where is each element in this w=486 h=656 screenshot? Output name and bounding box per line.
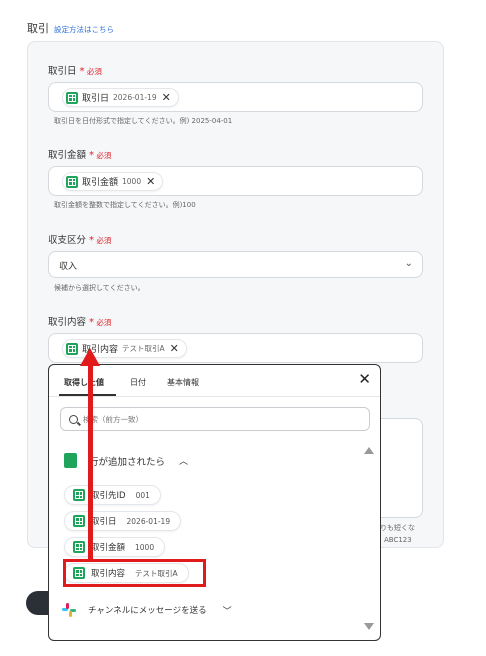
required-marker: * 必須 xyxy=(89,235,112,246)
type-field-label: 収支区分 * 必須 xyxy=(48,232,111,246)
search-input[interactable]: 検索（前方一致） xyxy=(60,407,370,431)
option-label: 取引先ID xyxy=(91,491,126,501)
close-icon[interactable]: ✕ xyxy=(358,372,371,387)
google-sheets-icon xyxy=(64,453,77,468)
google-sheets-icon xyxy=(73,515,85,527)
chip-value: 2026-01-19 xyxy=(113,93,157,102)
option-item[interactable]: 取引金額 1000 xyxy=(64,537,166,557)
date-input[interactable]: 取引日 2026-01-19 ✕ xyxy=(48,82,423,112)
required-text: 必須 xyxy=(86,67,102,76)
close-icon[interactable]: ✕ xyxy=(146,175,155,188)
chip-value: テスト取引A xyxy=(122,344,165,353)
amount-value-chip[interactable]: 取引金額 1000 ✕ xyxy=(62,172,164,191)
required-text: 必須 xyxy=(96,151,112,160)
date-hint: 取引日を日付形式で指定してください。例) 2025-04-01 xyxy=(54,117,233,125)
google-sheets-icon xyxy=(66,91,78,104)
scroll-down-arrow[interactable] xyxy=(364,623,374,630)
slack-group-title: チャンネルにメッセージを送る xyxy=(88,606,207,616)
amount-label-text: 取引金額 xyxy=(48,150,87,161)
google-sheets-icon xyxy=(73,489,85,501)
chevron-down-icon: ﹀ xyxy=(222,606,232,617)
google-sheets-icon xyxy=(66,175,78,188)
date-field-label: 取引日 * 必須 xyxy=(48,63,102,77)
slack-icon xyxy=(62,603,76,617)
value-picker-popup: 取得した値 日付 基本情報 ✕ 検索（前方一致） 行が追加されたら ︿ 取引先I… xyxy=(48,364,381,641)
hidden-example-text: ABC123 xyxy=(384,536,412,544)
date-value-chip[interactable]: 取引日 2026-01-19 ✕ xyxy=(62,88,179,107)
type-label-text: 収支区分 xyxy=(48,235,87,246)
search-icon xyxy=(69,414,78,424)
option-label: 取引金額 xyxy=(91,543,126,553)
hidden-hint-text: りも短くな xyxy=(380,524,415,532)
scroll-up-arrow[interactable] xyxy=(364,447,374,454)
close-icon[interactable]: ✕ xyxy=(170,342,179,355)
date-label-text: 取引日 xyxy=(48,66,77,77)
trigger-group-header[interactable]: 行が追加されたら ︿ xyxy=(64,453,188,468)
option-value: 1000 xyxy=(135,542,155,552)
section-title: 取引 xyxy=(27,22,49,35)
tab-date[interactable]: 日付 xyxy=(130,377,146,388)
annotation-arrow-line xyxy=(88,365,93,562)
chevron-down-icon: ⌄ xyxy=(404,258,413,269)
chip-label: 取引日 xyxy=(82,94,110,104)
content-field-label: 取引内容 * 必須 xyxy=(48,314,111,328)
section-header: 取引 設定方法はこちら xyxy=(27,20,114,36)
option-value: 001 xyxy=(135,490,150,500)
chip-value: 1000 xyxy=(122,177,142,186)
highlight-box xyxy=(63,559,206,587)
close-icon[interactable]: ✕ xyxy=(162,91,171,104)
amount-field-label: 取引金額 * 必須 xyxy=(48,147,111,161)
annotation-arrow-head xyxy=(80,348,100,366)
content-input[interactable]: 取引内容 テスト取引A ✕ xyxy=(48,333,423,363)
option-label: 取引日 xyxy=(91,517,117,527)
option-item[interactable]: 取引日 2026-01-19 xyxy=(64,511,182,531)
google-sheets-icon xyxy=(66,342,78,355)
group-title: 行が追加されたら xyxy=(89,456,166,468)
option-value: 2026-01-19 xyxy=(126,516,171,526)
popup-tabs: 取得した値 日付 基本情報 ✕ xyxy=(49,365,380,397)
amount-hint: 取引金額を整数で指定してください。例)100 xyxy=(54,201,196,209)
google-sheets-icon xyxy=(73,541,85,553)
type-selected-value: 収入 xyxy=(59,262,78,272)
hidden-textarea[interactable] xyxy=(380,418,423,518)
required-text: 必須 xyxy=(96,318,112,327)
option-item[interactable]: 取引先ID 001 xyxy=(64,485,161,505)
content-label-text: 取引内容 xyxy=(48,317,87,328)
chip-label: 取引金額 xyxy=(82,178,119,188)
tab-acquired-values[interactable]: 取得した値 xyxy=(64,377,104,388)
type-hint: 候補から選択してください。 xyxy=(54,284,145,292)
tab-basic-info[interactable]: 基本情報 xyxy=(167,377,199,388)
required-marker: * 必須 xyxy=(89,150,112,161)
slack-group-header[interactable]: チャンネルにメッセージを送る ﹀ xyxy=(62,603,232,617)
type-select[interactable]: 収入 ⌄ xyxy=(48,251,423,278)
amount-input[interactable]: 取引金額 1000 ✕ xyxy=(48,166,423,196)
required-marker: * 必須 xyxy=(89,317,112,328)
required-marker: * 必須 xyxy=(79,66,102,77)
help-link[interactable]: 設定方法はこちら xyxy=(54,24,114,35)
chevron-up-icon: ︿ xyxy=(179,457,189,467)
required-text: 必須 xyxy=(96,236,112,245)
